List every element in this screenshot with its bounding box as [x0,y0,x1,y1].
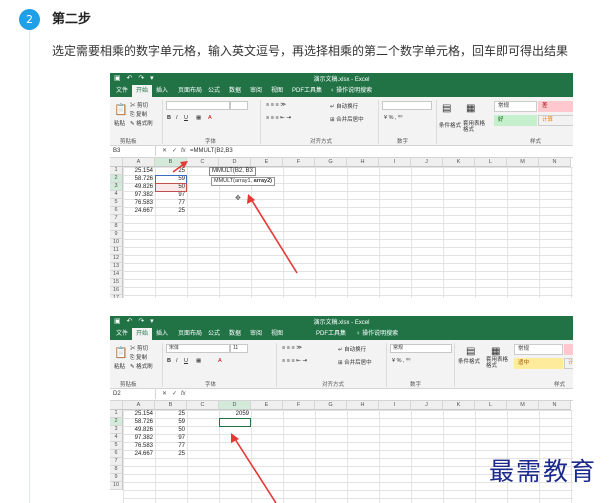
red-arrow-overlay [172,161,298,274]
arrow-line-2 [250,198,298,274]
excel-screenshot-1: ▣ ↶ ↷ ▾ 演示文稿.xlsx - Excel 文件 开始 插入 页面布局 … [110,73,573,298]
step-description: 选定需要相乘的数字单元格，输入英文逗号，再选择相乘的第二个数字单元格，回车即可得… [52,44,569,58]
arrow-line [234,438,277,503]
arrow-head [231,433,239,443]
step-title: 第二步 [52,12,92,27]
step-number-badge: 2 [19,9,40,30]
step-timeline-line [29,30,30,503]
watermark-logo: 最需教育 [489,457,598,486]
